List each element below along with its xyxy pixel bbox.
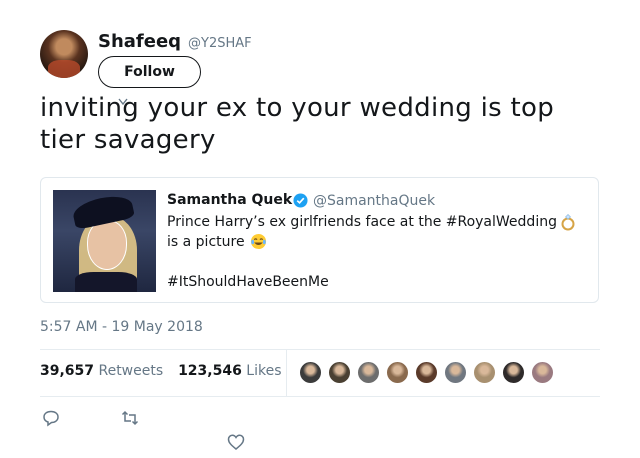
liker-avatar[interactable] <box>444 361 467 384</box>
verified-badge-icon <box>293 193 308 208</box>
liker-avatar[interactable] <box>415 361 438 384</box>
ring-icon <box>561 214 575 231</box>
liker-avatar[interactable] <box>386 361 409 384</box>
divider <box>40 349 600 350</box>
chevron-down-icon <box>118 98 128 106</box>
liker-avatar[interactable] <box>473 361 496 384</box>
laughing-crying-face-icon <box>250 233 267 250</box>
quoted-tweet-image[interactable] <box>53 190 156 292</box>
author-handle[interactable]: @Y2SHAF <box>188 36 252 51</box>
tweet-stats: 39,657 Retweets 123,546 Likes <box>40 363 282 379</box>
liker-avatar[interactable] <box>299 361 322 384</box>
retweet-icon[interactable] <box>120 408 140 428</box>
likes-count[interactable]: 123,546 <box>178 363 242 379</box>
author-avatar[interactable] <box>40 30 88 78</box>
likes-label[interactable]: Likes <box>246 363 281 379</box>
retweets-count[interactable]: 39,657 <box>40 363 94 379</box>
liker-avatar[interactable] <box>328 361 351 384</box>
quoted-tweet[interactable]: Samantha Quek @SamanthaQuek Prince Harry… <box>40 177 599 303</box>
author-display-name[interactable]: Shafeeq <box>98 31 181 52</box>
quoted-hashtag[interactable]: #ItShouldHaveBeenMe <box>167 274 329 290</box>
divider <box>40 396 600 397</box>
quoted-handle: @SamanthaQuek <box>313 193 436 209</box>
quoted-display-name: Samantha Quek <box>167 192 293 208</box>
liker-avatar[interactable] <box>531 361 554 384</box>
reply-icon[interactable] <box>41 408 61 428</box>
quoted-text-line-1: Prince Harry’s ex girlfriends face at th… <box>167 214 557 230</box>
like-icon[interactable] <box>226 432 246 452</box>
stats-separator <box>286 350 287 396</box>
liker-avatar[interactable] <box>357 361 380 384</box>
liker-avatar[interactable] <box>502 361 525 384</box>
retweets-label[interactable]: Retweets <box>98 363 163 379</box>
quoted-text-line-2: is a picture <box>167 234 245 250</box>
tweet-card: Shafeeq @Y2SHAF Follow inviting your ex … <box>0 0 640 458</box>
follow-button[interactable]: Follow <box>98 56 201 88</box>
tweet-timestamp[interactable]: 5:57 AM - 19 May 2018 <box>40 319 203 335</box>
